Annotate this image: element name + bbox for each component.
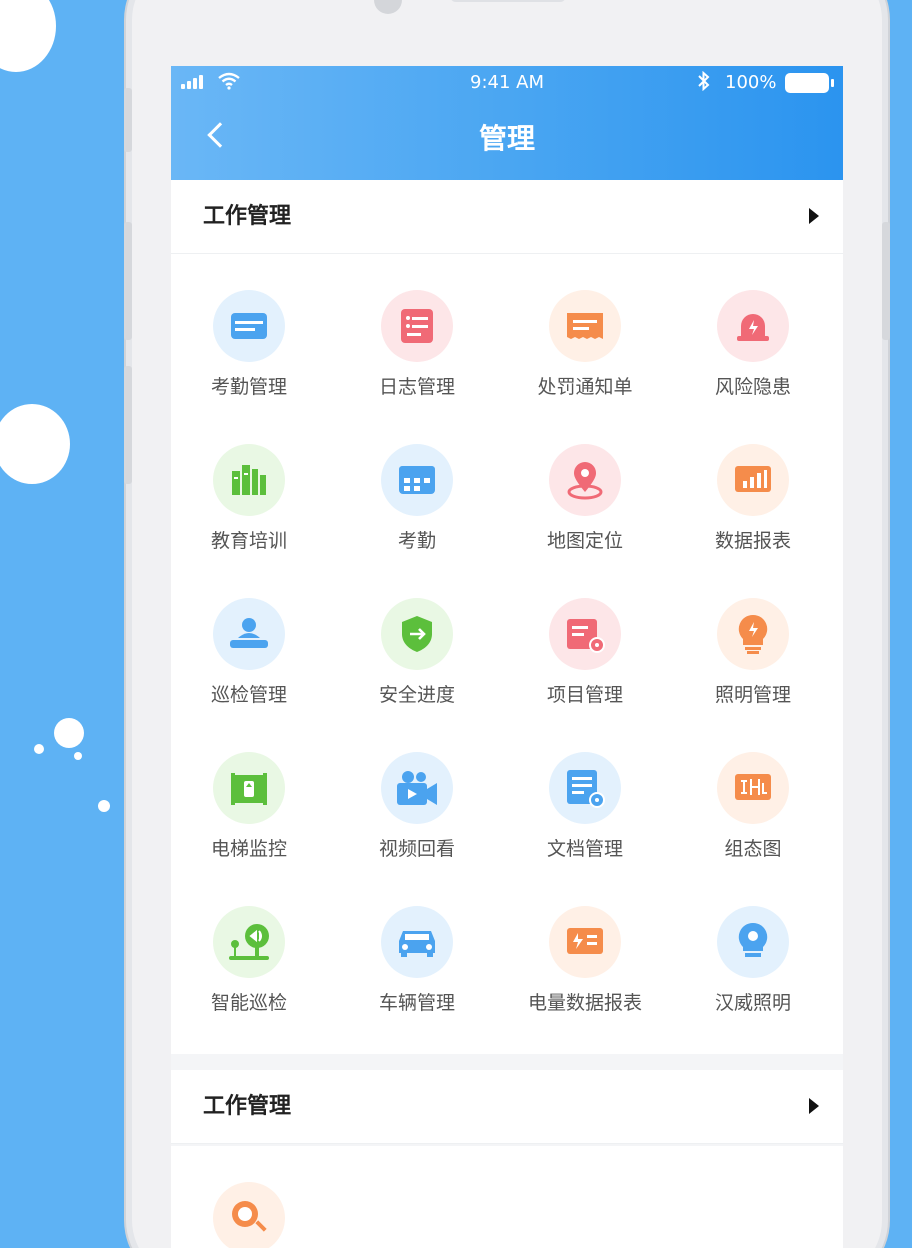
phone-power-button: [882, 222, 890, 340]
calendar-icon: [381, 444, 453, 516]
section-header-work-2[interactable]: 工作管理: [171, 1070, 843, 1144]
caret-right-icon: [809, 208, 819, 224]
grid-item-label: 组态图: [724, 838, 782, 860]
power-report-icon: [549, 906, 621, 978]
document-icon: [549, 752, 621, 824]
phone-mute-switch: [124, 88, 132, 152]
grid-item-label: 安全进度: [378, 684, 455, 706]
grid-item[interactable]: 电量数据报表: [507, 870, 675, 1020]
grid-item-label: 日志管理: [378, 376, 455, 398]
video-camera-icon: [381, 752, 453, 824]
grid-item-label: 数据报表: [714, 530, 791, 552]
grid-item[interactable]: [171, 1146, 339, 1248]
grid-item-label: 巡检管理: [210, 684, 287, 706]
bluetooth-icon: [697, 70, 711, 97]
grid-item-label: 照明管理: [714, 684, 791, 706]
smart-patrol-icon: [213, 906, 285, 978]
page-title: 管理: [478, 122, 535, 155]
ticket-icon: [549, 290, 621, 362]
project-folder-icon: [549, 598, 621, 670]
grid-item[interactable]: 巡检管理: [171, 562, 339, 712]
battery-percent: 100%: [725, 72, 777, 93]
grid-item-label: 地图定位: [546, 530, 623, 552]
feature-grid: 考勤管理 日志管理 处罚通知单 风险隐患教育培训 考勤 地图定位 数据报表巡检管理 安全进度 项…: [171, 254, 843, 1054]
phone-speaker: [450, 0, 566, 2]
shield-icon: [381, 598, 453, 670]
grid-item-label: 智能巡检: [210, 992, 287, 1014]
battery-icon: [785, 73, 834, 93]
caret-right-icon: [809, 1098, 819, 1114]
grid-item[interactable]: 组态图: [675, 716, 843, 866]
decor-bubble: [34, 744, 44, 754]
grid-item[interactable]: 日志管理: [339, 254, 507, 404]
lamp-icon: [717, 906, 789, 978]
section-title: 工作管理: [203, 204, 292, 229]
grid-item-label: 考勤管理: [210, 376, 287, 398]
grid-item-label: 电梯监控: [210, 838, 287, 860]
feature-grid-2: [171, 1146, 843, 1248]
grid-item-label: 风险隐患: [714, 376, 791, 398]
grid-item-label: 车辆管理: [378, 992, 455, 1014]
grid-item-label: 视频回看: [378, 838, 455, 860]
grid-item-label: 教育培训: [210, 530, 287, 552]
decor-bubble: [0, 0, 56, 72]
grid-item[interactable]: 考勤: [339, 408, 507, 558]
grid-item[interactable]: 电梯监控: [171, 716, 339, 866]
search-doc-icon: [213, 1182, 285, 1248]
app-screen: 9:41 AM 100% 管理 工作管理 考勤管理 日志管理 处罚通知单 风险隐患 教育…: [171, 66, 843, 1248]
location-pin-icon: [549, 444, 621, 516]
grid-item-label: 电量数据报表: [527, 992, 642, 1014]
grid-item[interactable]: 车辆管理: [339, 870, 507, 1020]
phone-volume-down: [124, 366, 132, 484]
grid-item[interactable]: 教育培训: [171, 408, 339, 558]
decor-bubble: [98, 800, 110, 812]
books-icon: [213, 444, 285, 516]
grid-item[interactable]: 处罚通知单: [507, 254, 675, 404]
app-header: 9:41 AM 100% 管理: [171, 66, 843, 180]
grid-item-label: 处罚通知单: [537, 376, 633, 398]
diagram-icon: [717, 752, 789, 824]
car-icon: [381, 906, 453, 978]
grid-item[interactable]: 智能巡检: [171, 870, 339, 1020]
grid-item[interactable]: 汉威照明: [675, 870, 843, 1020]
grid-item-label: 汉威照明: [714, 992, 791, 1014]
bulb-icon: [717, 598, 789, 670]
elevator-icon: [213, 752, 285, 824]
grid-item[interactable]: 考勤管理: [171, 254, 339, 404]
status-bar: 9:41 AM 100%: [171, 66, 843, 102]
grid-item[interactable]: 文档管理: [507, 716, 675, 866]
inspector-icon: [213, 598, 285, 670]
grid-item[interactable]: 风险隐患: [675, 254, 843, 404]
alarm-icon: [717, 290, 789, 362]
card-icon: [213, 290, 285, 362]
grid-item[interactable]: 数据报表: [675, 408, 843, 558]
grid-item-label: 文档管理: [546, 838, 623, 860]
grid-item[interactable]: 视频回看: [339, 716, 507, 866]
log-icon: [381, 290, 453, 362]
decor-bubble: [74, 752, 82, 760]
section-title: 工作管理: [203, 1094, 292, 1119]
section-header-work[interactable]: 工作管理: [171, 180, 843, 254]
bar-chart-icon: [717, 444, 789, 516]
grid-item[interactable]: 照明管理: [675, 562, 843, 712]
grid-item-label: 考勤: [397, 530, 436, 552]
decor-bubble: [0, 404, 70, 484]
grid-item[interactable]: 项目管理: [507, 562, 675, 712]
decor-bubble: [54, 718, 84, 748]
grid-item[interactable]: 地图定位: [507, 408, 675, 558]
phone-volume-up: [124, 222, 132, 340]
grid-item[interactable]: 安全进度: [339, 562, 507, 712]
grid-item-label: 项目管理: [546, 684, 623, 706]
